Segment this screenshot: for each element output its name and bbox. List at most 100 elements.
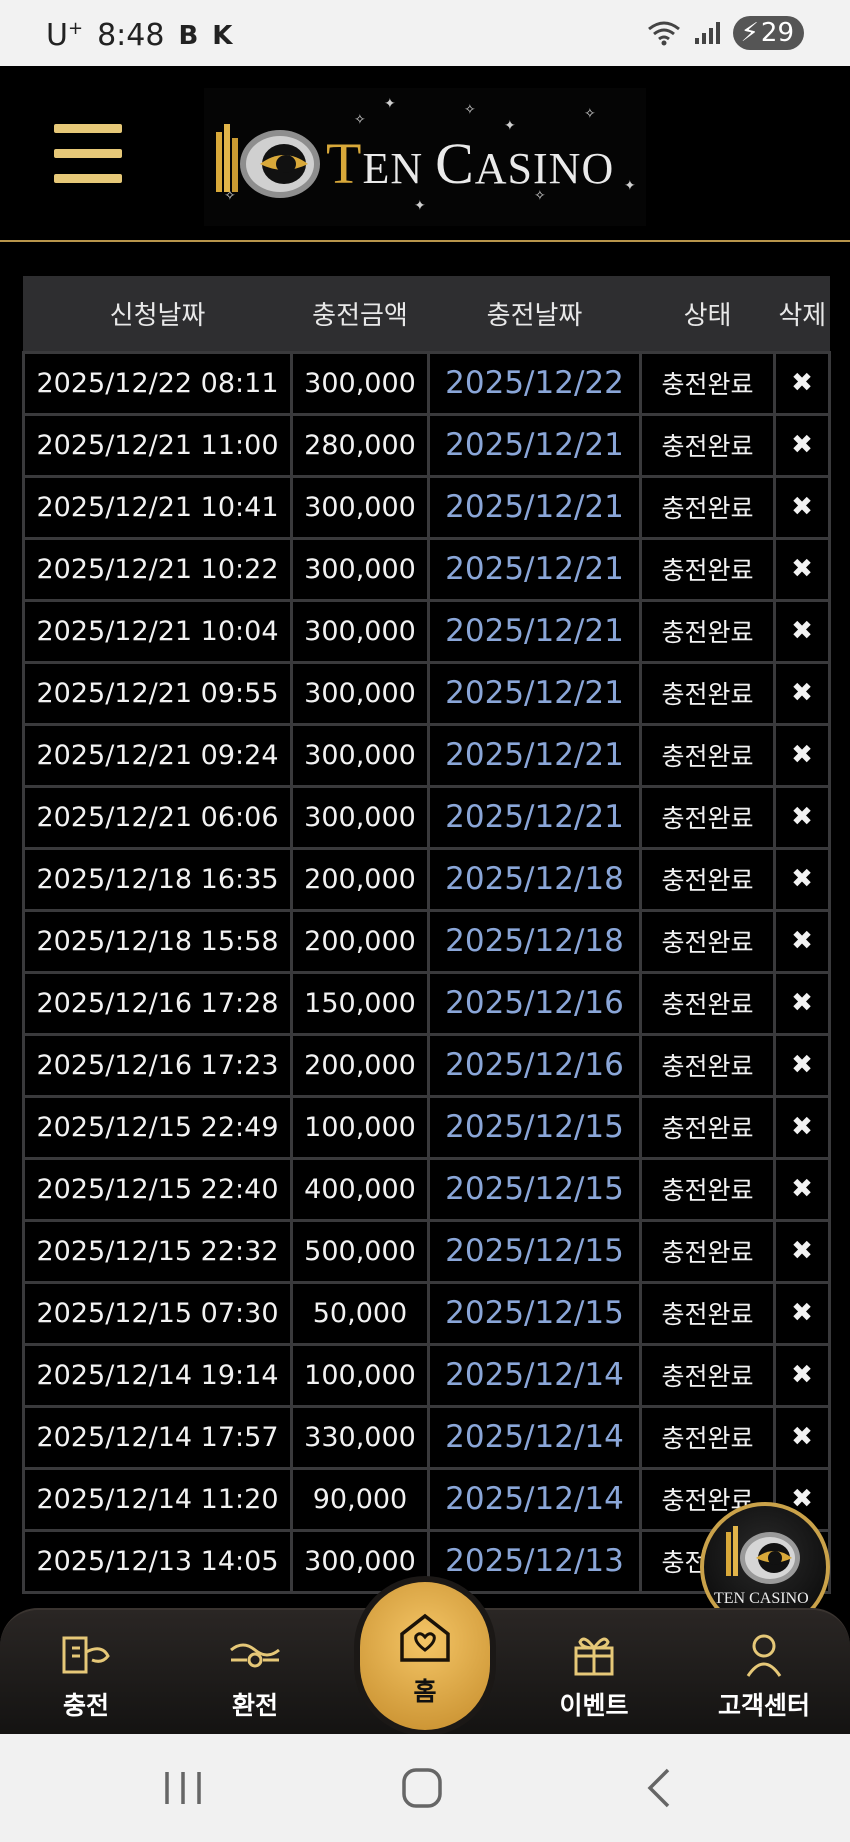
delete-button[interactable]: ✖	[773, 1342, 831, 1408]
cell-amount: 280,000	[290, 412, 430, 478]
system-navigation-bar	[0, 1734, 850, 1842]
column-header-amount: 충전금액	[291, 276, 429, 352]
delete-button[interactable]: ✖	[773, 722, 831, 788]
delete-button[interactable]: ✖	[773, 660, 831, 726]
delete-button[interactable]: ✖	[773, 350, 831, 416]
logo-mark-icon	[726, 1526, 800, 1584]
cell-requested-date: 2025/12/13 14:05	[22, 1528, 293, 1594]
delete-button[interactable]: ✖	[773, 598, 831, 664]
cell-status: 충전완료	[639, 1156, 776, 1222]
column-header-requested-date: 신청날짜	[23, 276, 292, 352]
cell-charged-date: 2025/12/15	[427, 1280, 642, 1346]
cell-status: 충전완료	[639, 350, 776, 416]
delete-button[interactable]: ✖	[773, 1280, 831, 1346]
cell-charged-date: 2025/12/14	[427, 1466, 642, 1532]
cell-status: 충전완료	[639, 846, 776, 912]
delete-button[interactable]: ✖	[773, 412, 831, 478]
cell-amount: 50,000	[290, 1280, 430, 1346]
cell-amount: 90,000	[290, 1466, 430, 1532]
table-row: 2025/12/21 10:22 300,000 2025/12/21 충전완료 ✖	[22, 536, 831, 602]
cell-requested-date: 2025/12/21 09:24	[22, 722, 293, 788]
cell-charged-date: 2025/12/16	[427, 1032, 642, 1098]
table-row: 2025/12/18 16:35 200,000 2025/12/18 충전완료 ✖	[22, 846, 831, 912]
cell-requested-date: 2025/12/15 07:30	[22, 1280, 293, 1346]
cell-requested-date: 2025/12/21 10:22	[22, 536, 293, 602]
table-row: 2025/12/15 22:32 500,000 2025/12/15 충전완료 ✖	[22, 1218, 831, 1284]
cell-status: 충전완료	[639, 660, 776, 726]
charge-history-table: 신청날짜 충전금액 충전날짜 상태 삭제 2025/12/22 08:11 300…	[22, 276, 831, 1594]
delete-button[interactable]: ✖	[773, 1218, 831, 1284]
cell-amount: 300,000	[290, 598, 430, 664]
nav-charge[interactable]: 충전	[26, 1610, 146, 1736]
ten-casino-logo[interactable]: ✦ ✧ ✦ ✧ ✧ ✦ ✧ ✦ ✧ TEN CASINO	[204, 88, 646, 226]
column-header-delete: 삭제	[774, 276, 830, 352]
cell-amount: 300,000	[290, 474, 430, 540]
delete-button[interactable]: ✖	[773, 536, 831, 602]
cell-status: 충전완료	[639, 598, 776, 664]
nav-support[interactable]: 고객센터	[704, 1610, 824, 1736]
home-label: 홈	[413, 1677, 437, 1706]
cell-requested-date: 2025/12/15 22:40	[22, 1156, 293, 1222]
cell-requested-date: 2025/12/18 16:35	[22, 846, 293, 912]
status-bar: U+ 8:48 B K ⚡ 29	[0, 0, 850, 66]
delete-button[interactable]: ✖	[773, 1094, 831, 1160]
table-row: 2025/12/15 22:40 400,000 2025/12/15 충전완료 ✖	[22, 1156, 831, 1222]
delete-button[interactable]: ✖	[773, 1032, 831, 1098]
table-row: 2025/12/21 11:00 280,000 2025/12/21 충전완료 ✖	[22, 412, 831, 478]
cell-amount: 300,000	[290, 536, 430, 602]
menu-icon[interactable]	[54, 124, 122, 184]
cell-status: 충전완료	[639, 1218, 776, 1284]
nav-event[interactable]: 이벤트	[534, 1610, 654, 1736]
cell-amount: 330,000	[290, 1404, 430, 1470]
cell-charged-date: 2025/12/21	[427, 722, 642, 788]
cell-status: 충전완료	[639, 536, 776, 602]
cell-amount: 500,000	[290, 1218, 430, 1284]
support-agent-icon	[746, 1634, 782, 1677]
table-row: 2025/12/22 08:11 300,000 2025/12/22 충전완료 ✖	[22, 350, 831, 416]
wifi-icon	[647, 21, 680, 46]
cell-status: 충전완료	[639, 1032, 776, 1098]
delete-button[interactable]: ✖	[773, 784, 831, 850]
table-row: 2025/12/16 17:23 200,000 2025/12/16 충전완료 ✖	[22, 1032, 831, 1098]
cell-charged-date: 2025/12/16	[427, 970, 642, 1036]
cell-requested-date: 2025/12/16 17:28	[22, 970, 293, 1036]
nav-event-label: 이벤트	[559, 1691, 629, 1720]
delete-button[interactable]: ✖	[773, 1404, 831, 1470]
table-row: 2025/12/18 15:58 200,000 2025/12/18 충전완료 ✖	[22, 908, 831, 974]
table-row: 2025/12/15 07:30 50,000 2025/12/15 충전완료 ✖	[22, 1280, 831, 1346]
recent-apps-icon[interactable]	[153, 1762, 213, 1814]
delete-button[interactable]: ✖	[773, 1156, 831, 1222]
cell-requested-date: 2025/12/21 10:41	[22, 474, 293, 540]
home-system-icon[interactable]	[392, 1762, 452, 1814]
cell-charged-date: 2025/12/18	[427, 908, 642, 974]
cell-requested-date: 2025/12/22 08:11	[22, 350, 293, 416]
cell-amount: 200,000	[290, 846, 430, 912]
back-icon[interactable]	[630, 1762, 690, 1814]
cell-requested-date: 2025/12/15 22:32	[22, 1218, 293, 1284]
cell-charged-date: 2025/12/15	[427, 1156, 642, 1222]
cell-charged-date: 2025/12/21	[427, 412, 642, 478]
delete-button[interactable]: ✖	[773, 908, 831, 974]
cell-status: 충전완료	[639, 474, 776, 540]
logo-text: TEN CASINO	[326, 131, 615, 196]
delete-button[interactable]: ✖	[773, 474, 831, 540]
notification-app-icon: K	[212, 20, 233, 51]
column-header-status: 상태	[640, 276, 775, 352]
cell-amount: 400,000	[290, 1156, 430, 1222]
home-button[interactable]: 홈	[360, 1582, 490, 1730]
cell-amount: 200,000	[290, 908, 430, 974]
cell-amount: 150,000	[290, 970, 430, 1036]
nav-exchange[interactable]: 환전	[195, 1610, 315, 1736]
signal-icon	[694, 22, 720, 44]
cell-amount: 300,000	[290, 722, 430, 788]
cell-requested-date: 2025/12/15 22:49	[22, 1094, 293, 1160]
cell-status: 충전완료	[639, 784, 776, 850]
delete-button[interactable]: ✖	[773, 970, 831, 1036]
status-bar-left: U+ 8:48 B K	[46, 18, 232, 53]
nav-exchange-label: 환전	[231, 1691, 278, 1720]
table-row: 2025/12/21 10:04 300,000 2025/12/21 충전완료 ✖	[22, 598, 831, 664]
cell-requested-date: 2025/12/14 19:14	[22, 1342, 293, 1408]
delete-button[interactable]: ✖	[773, 846, 831, 912]
cell-charged-date: 2025/12/14	[427, 1404, 642, 1470]
cell-charged-date: 2025/12/21	[427, 598, 642, 664]
